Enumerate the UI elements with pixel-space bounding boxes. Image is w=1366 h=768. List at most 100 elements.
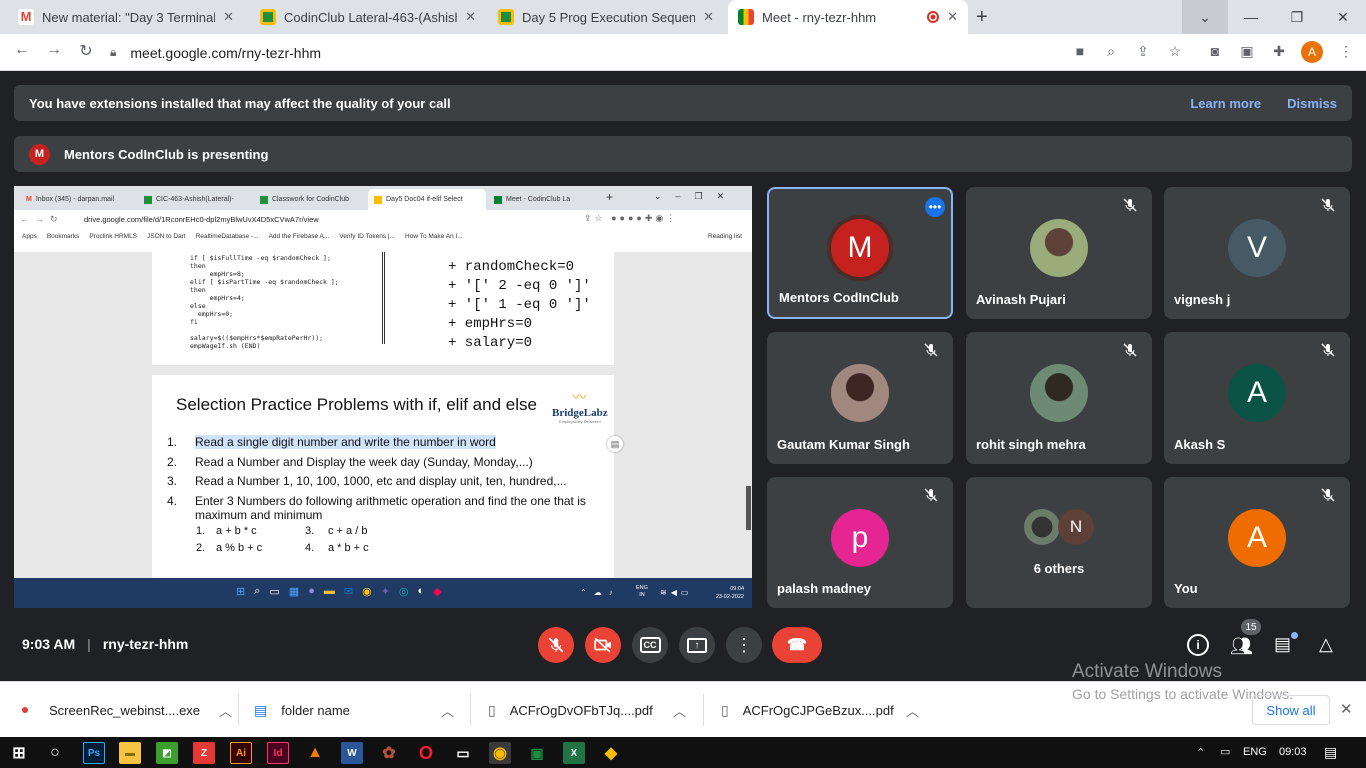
participant-tile[interactable]: Gautam Kumar Singh [767,332,953,464]
download-item[interactable]: ▤ folder name ︿ [254,682,454,738]
vlc-icon[interactable]: ▲ [304,742,326,764]
browser-tab-day5[interactable]: Day 5 Prog Execution Sequences ✕ [488,0,724,34]
reload-icon[interactable]: ↻ [74,41,98,61]
share-icon[interactable]: ⇪ [1133,43,1153,61]
system-clock[interactable]: 09:03 [1279,746,1307,758]
logo-text: BridgeLabz [552,407,608,419]
sub-item-number: 1. [196,525,206,537]
participant-tile[interactable]: M ••• Mentors CodInClub [767,187,953,319]
download-item[interactable]: ▯ ACFrOgCJPGeBzux....pdf ︿ [721,682,919,738]
maximize-button[interactable]: ❐ [1274,0,1320,34]
mic-off-icon [1321,198,1335,212]
extension-icon[interactable]: ▣ [1237,43,1257,61]
word-icon[interactable]: W [341,742,363,764]
tab-search-button[interactable]: ⌄ [1182,0,1228,34]
app-icon[interactable]: ✿ [378,742,400,764]
back-icon[interactable]: ← [10,41,34,59]
file-explorer-icon[interactable]: ▬ [119,742,141,764]
window-close-button[interactable]: ✕ [1320,0,1366,34]
bookmark-item: Proclink HRMLS [89,233,138,240]
bookmark-item: Add the Firebase A... [268,233,330,240]
screenshot-icon[interactable]: ◙ [1205,43,1225,61]
opera-icon[interactable]: O [415,742,437,764]
indesign-icon[interactable]: Id [267,742,289,764]
participant-avatar-photo [1024,509,1060,545]
item-number: 3. [167,474,178,488]
people-button[interactable]: 👥︎ [1230,636,1253,657]
search-icon[interactable]: ○ [44,742,66,764]
network-icon[interactable]: ▭ [1220,745,1230,758]
self-tile[interactable]: A You [1164,477,1350,608]
language-indicator[interactable]: ENG [1243,746,1267,758]
camera-icon[interactable]: ■ [1070,43,1090,61]
dismiss-button[interactable]: Dismiss [1287,96,1337,111]
app-icon[interactable]: ▣ [526,742,548,764]
puzzle-icon[interactable]: ✚ [1269,43,1289,61]
app-icon[interactable]: ▭ [452,742,474,764]
photoshop-icon[interactable]: Ps [83,742,105,764]
close-icon[interactable]: ✕ [223,9,234,25]
divider [470,694,471,726]
zoom-icon[interactable]: ⌕ [1101,43,1121,61]
minimize-button[interactable]: — [1228,0,1274,34]
list-item: 1. Read a single digit number and write t… [167,435,496,449]
sub-item-text: a * b + c [328,542,369,554]
bookmark-item: Bookmarks [46,233,80,240]
gmail-icon: M [18,9,34,25]
leave-call-button[interactable]: ☎︎ [772,627,822,663]
browser-tab-bar: M New material: "Day 3 Terminal Cr ✕ Cod… [0,0,1366,34]
profile-avatar[interactable]: A [1301,41,1323,63]
show-all-button[interactable]: Show all [1252,695,1330,725]
document-viewer: if [ $isFullTime -eq $randomCheck ]; the… [14,252,752,585]
participant-tile[interactable]: p palash madney [767,477,953,608]
chevron-up-icon[interactable]: ︿ [673,701,686,720]
filezilla-icon[interactable]: Z [193,742,215,764]
windows-start-icon[interactable]: ⊞ [8,742,30,764]
bridgelabz-logo: 〰︎ BridgeLabz Employability Delivered [552,389,608,424]
download-item[interactable]: ScreenRec_webinst....exe ︿ [22,682,232,738]
chevron-up-icon[interactable]: ︿ [906,701,919,720]
others-tile[interactable]: N 6 others [966,477,1152,608]
excel-icon[interactable]: X [563,742,585,764]
browser-tab-classroom[interactable]: CodinClub Lateral-463-(Ashish)-F ✕ [250,0,486,34]
present-button[interactable]: ↑ [679,627,715,663]
chrome-icon[interactable]: ◉ [489,742,511,764]
new-tab-button[interactable]: + [976,6,988,29]
illustrator-icon[interactable]: Ai [230,742,252,764]
participant-tile[interactable]: Avinash Pujari [966,187,1152,319]
participant-tile[interactable]: V vignesh j [1164,187,1350,319]
participant-avatar: N [1058,509,1094,545]
chevron-up-icon[interactable]: ︿ [441,701,454,720]
classroom-icon [260,9,276,25]
tray-clock: 09:04 23-02-2022 [704,585,744,601]
more-options-button[interactable]: ⋮ [726,627,762,663]
close-downloads-icon[interactable]: ✕ [1340,700,1353,718]
participant-tile[interactable]: rohit singh mehra [966,332,1152,464]
activities-button[interactable]: △ [1319,634,1333,655]
forward-icon[interactable]: → [42,41,66,59]
notifications-icon[interactable]: ▤ [1324,744,1337,761]
participant-tile[interactable]: A Akash S [1164,332,1350,464]
close-icon[interactable]: ✕ [465,9,476,25]
close-icon[interactable]: ✕ [947,9,958,25]
code-right-text: + randomCheck=0 + '[' 2 -eq 0 ']' + '[' … [448,259,591,351]
chevron-up-icon[interactable]: ︿ [219,701,232,720]
captions-button[interactable]: CC [632,627,668,663]
app-icon[interactable]: ◩ [156,742,178,764]
browser-tab-meet[interactable]: Meet - rny-tezr-hhm ✕ [728,0,968,34]
close-icon[interactable]: ✕ [703,9,714,25]
camera-toggle-button[interactable] [585,627,621,663]
download-item[interactable]: ▯ ACFrOgDvOFbTJq....pdf ︿ [488,682,686,738]
more-options-icon[interactable]: ••• [925,197,945,217]
browser-tab-gmail[interactable]: M New material: "Day 3 Terminal Cr ✕ [8,0,244,34]
meeting-details-button[interactable]: i [1187,634,1209,656]
bookmark-star-icon[interactable]: ☆ [1165,43,1185,61]
menu-icon[interactable]: ⋮ [1336,43,1356,61]
download-name: ACFrOgCJPGeBzux....pdf [742,702,894,718]
mic-toggle-button[interactable] [538,627,574,663]
chevron-up-icon[interactable]: ⌃ [1196,746,1205,759]
app-icon[interactable]: ◆ [600,742,622,764]
chat-button[interactable]: ▤ [1274,634,1291,655]
learn-more-link[interactable]: Learn more [1190,96,1261,111]
url-field[interactable]: 🔒︎ meet.google.com/rny-tezr-hhm [110,39,1090,66]
